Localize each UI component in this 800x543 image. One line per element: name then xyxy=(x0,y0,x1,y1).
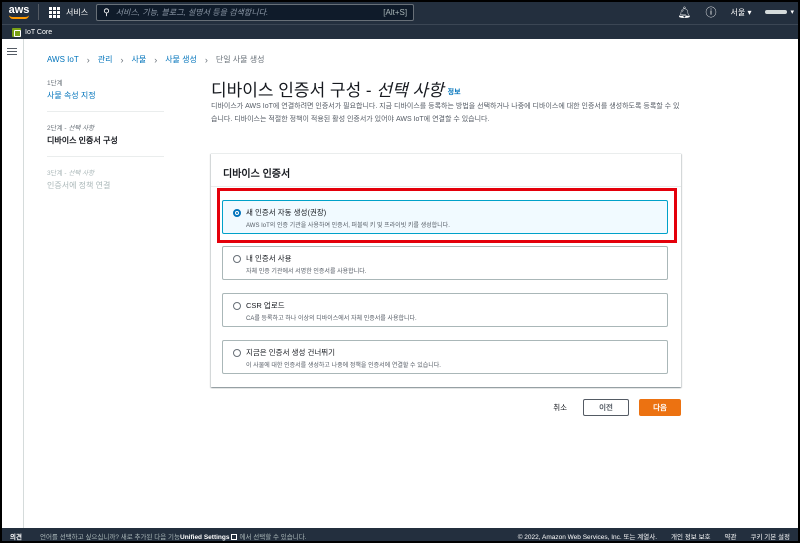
option-upload-csr[interactable]: CSR 업로드 CA를 등록하고 하나 이상의 디바이스에서 자체 인증서를 사… xyxy=(222,293,668,327)
help-icon[interactable]: ⓘ xyxy=(706,4,717,20)
bell-icon[interactable]: 🔔︎ xyxy=(678,6,692,19)
wizard-step-3: 3단계 - 선택 사항 인증서에 정책 연결 xyxy=(47,167,164,201)
top-navigation: aws 서비스 ⚲ 서비스, 기능, 블로그, 설명서 등을 검색합니다. [A… xyxy=(0,0,800,24)
grid-icon xyxy=(49,6,60,18)
aws-smile-icon xyxy=(9,15,29,19)
cancel-button[interactable]: 취소 xyxy=(547,402,573,413)
region-selector[interactable]: 서울 ▾ xyxy=(731,7,752,18)
nav-right-group: 🔔︎ ⓘ 서울 ▾ ▾ xyxy=(678,0,794,24)
option-skip-certificate[interactable]: 지금은 인증서 생성 건너뛰기 이 사물에 대한 인증서를 생성하고 나중에 정… xyxy=(222,340,668,374)
step-label: 2단계 - 선택 사항 xyxy=(47,125,95,132)
option-use-my-certificate[interactable]: 내 인증서 사용 자체 인증 기관에서 서명한 인증서를 사용합니다. xyxy=(222,246,668,280)
search-icon: ⚲ xyxy=(103,6,110,17)
option-auto-generate[interactable]: 새 인증서 자동 생성(권장) AWS IoT의 인증 기관을 사용하여 인증서… xyxy=(222,200,668,234)
next-button[interactable]: 다음 xyxy=(639,399,681,416)
step-label: 3단계 - 선택 사항 xyxy=(47,170,95,177)
page-title: 디바이스 인증서 구성 - 선택 사항 정보 xyxy=(211,81,461,100)
search-shortcut: [Alt+S] xyxy=(383,7,408,17)
option-title: CSR 업로드 xyxy=(246,301,285,310)
option-description: 이 사물에 대한 인증서를 생성하고 나중에 정책을 인증서에 연결할 수 있습… xyxy=(246,363,441,369)
breadcrumb-current: 단일 사물 생성 xyxy=(215,55,265,64)
breadcrumb-item[interactable]: 관리 xyxy=(98,54,113,65)
services-menu-button[interactable]: 서비스 xyxy=(39,0,96,24)
option-title: 새 인증서 자동 생성(권장) xyxy=(246,208,327,217)
account-menu[interactable]: ▾ xyxy=(765,8,794,16)
previous-button[interactable]: 이전 xyxy=(583,399,629,416)
services-label: 서비스 xyxy=(66,7,89,17)
wizard-actions: 취소 이전 다음 xyxy=(547,399,681,416)
radio-unselected[interactable] xyxy=(233,349,241,357)
language-message: 언어를 선택하고 싶으십니까? 새로 추가된 다음 기능Unified Sett… xyxy=(39,533,307,541)
radio-selected[interactable] xyxy=(233,209,241,217)
panel-header: 디바이스 인증서 xyxy=(211,154,681,187)
chevron-right-icon: › xyxy=(154,54,158,65)
page-description: 디바이스가 AWS IoT에 연결하려면 인증서가 필요합니다. 지금 디바이스… xyxy=(211,103,680,123)
radio-unselected[interactable] xyxy=(233,255,241,263)
option-description: 자체 인증 기관에서 서명한 인증서를 사용합니다. xyxy=(246,269,367,275)
terms-link[interactable]: 약관 xyxy=(725,531,737,541)
wizard-step-1: 1단계 사물 속성 지정 xyxy=(47,77,164,112)
iot-core-icon xyxy=(12,27,21,37)
option-title: 지금은 인증서 생성 건너뛰기 xyxy=(246,348,336,357)
option-description: AWS IoT의 인증 기관을 사용하여 인증서, 퍼블릭 키 및 프라이빗 키… xyxy=(246,223,450,229)
footer: 의견 언어를 선택하고 싶으십니까? 새로 추가된 다음 기능Unified S… xyxy=(0,528,800,543)
wizard-steps: 1단계 사물 속성 지정 2단계 - 선택 사항 디바이스 인증서 구성 3단계… xyxy=(47,77,164,211)
service-name[interactable]: IoT Core xyxy=(25,29,52,36)
unified-settings-link[interactable]: Unified Settings xyxy=(180,534,229,541)
breadcrumb: AWS IoT › 관리 › 사물 › 사물 생성 › 단일 사물 생성 xyxy=(47,54,264,65)
step-label: 1단계 xyxy=(47,80,63,87)
option-title: 내 인증서 사용 xyxy=(246,254,292,263)
hamburger-menu-icon[interactable] xyxy=(7,48,17,57)
step-link[interactable]: 사물 속성 지정 xyxy=(47,90,164,101)
radio-unselected[interactable] xyxy=(233,302,241,310)
side-rail xyxy=(0,39,24,528)
search-input[interactable]: ⚲ 서비스, 기능, 블로그, 설명서 등을 검색합니다. [Alt+S] xyxy=(96,3,415,21)
breadcrumb-item[interactable]: 사물 생성 xyxy=(165,54,197,65)
aws-logo-text: aws xyxy=(8,3,30,16)
footer-links: © 2022, Amazon Web Services, Inc. 또는 계열사… xyxy=(518,528,790,543)
chevron-right-icon: › xyxy=(86,54,90,65)
breadcrumb-item[interactable]: 사물 xyxy=(131,54,146,65)
account-name-redacted xyxy=(765,10,788,14)
certificate-panel: 디바이스 인증서 새 인증서 자동 생성(권장) AWS IoT의 인증 기관을… xyxy=(211,153,681,387)
chevron-down-icon: ▾ xyxy=(790,9,794,16)
search-placeholder: 서비스, 기능, 블로그, 설명서 등을 검색합니다. xyxy=(115,7,269,17)
external-link-icon xyxy=(231,533,238,540)
service-bar: IoT Core xyxy=(0,24,800,39)
copyright-text: © 2022, Amazon Web Services, Inc. 또는 계열사… xyxy=(517,533,658,541)
feedback-link[interactable]: 의견 xyxy=(10,531,22,541)
chevron-right-icon: › xyxy=(120,54,124,65)
aws-logo[interactable]: aws xyxy=(0,0,38,24)
breadcrumb-item[interactable]: AWS IoT xyxy=(47,55,79,64)
wizard-step-2: 2단계 - 선택 사항 디바이스 인증서 구성 xyxy=(47,122,164,157)
option-description: CA를 등록하고 하나 이상의 디바이스에서 자체 인증서를 사용합니다. xyxy=(246,316,417,322)
cookie-preferences-link[interactable]: 쿠키 기본 설정 xyxy=(751,531,791,541)
chevron-right-icon: › xyxy=(204,54,208,65)
privacy-link[interactable]: 개인 정보 보호 xyxy=(671,531,711,541)
info-link[interactable]: 정보 xyxy=(448,89,461,96)
step-disabled: 인증서에 정책 연결 xyxy=(47,181,111,190)
step-current: 디바이스 인증서 구성 xyxy=(47,136,118,145)
